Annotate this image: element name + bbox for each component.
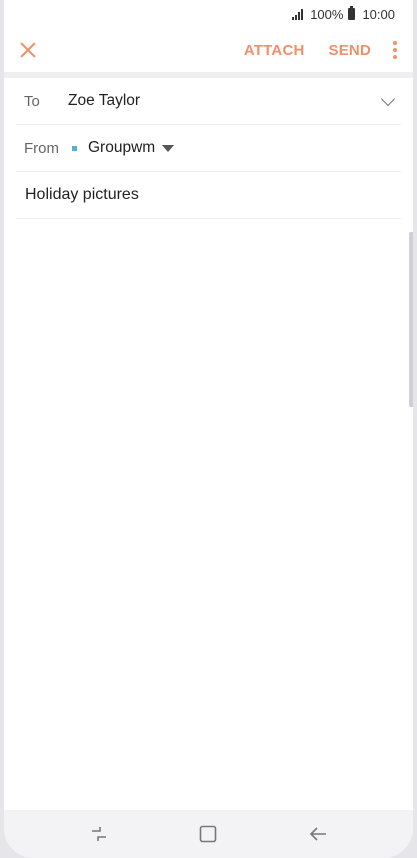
from-row[interactable]: From Groupwm: [16, 125, 401, 172]
attach-button[interactable]: ATTACH: [244, 42, 305, 59]
clock: 10:00: [362, 6, 395, 22]
navigation-bar: [4, 810, 413, 858]
to-row[interactable]: To Zoe Taylor: [16, 78, 401, 125]
to-label: To: [24, 92, 40, 110]
recent-apps-icon[interactable]: [81, 820, 117, 848]
subject-row[interactable]: Holiday pictures: [16, 172, 401, 219]
chevron-down-icon[interactable]: [380, 91, 396, 107]
from-label: From: [24, 139, 59, 157]
home-icon[interactable]: [190, 820, 226, 848]
send-button[interactable]: SEND: [329, 42, 371, 59]
subject-field[interactable]: Holiday pictures: [25, 186, 139, 204]
close-icon[interactable]: [18, 40, 38, 60]
message-body[interactable]: [16, 220, 401, 806]
side-scroll-handle: [409, 232, 413, 407]
status-bar: 100% 10:00: [4, 0, 413, 28]
from-account[interactable]: Groupwm: [88, 139, 155, 157]
signal-icon: [292, 8, 304, 20]
account-color-icon: [72, 145, 77, 151]
dropdown-triangle-icon[interactable]: [162, 144, 175, 152]
battery-percentage: 100%: [310, 6, 344, 22]
compose-toolbar: ATTACH SEND: [4, 28, 413, 78]
more-options-icon[interactable]: [389, 41, 401, 59]
phone-screen: 100% 10:00 ATTACH SEND To Zoe Taylor Fro…: [4, 0, 413, 858]
battery-icon: [348, 6, 356, 20]
back-icon[interactable]: [300, 820, 336, 848]
to-recipient[interactable]: Zoe Taylor: [68, 92, 140, 110]
